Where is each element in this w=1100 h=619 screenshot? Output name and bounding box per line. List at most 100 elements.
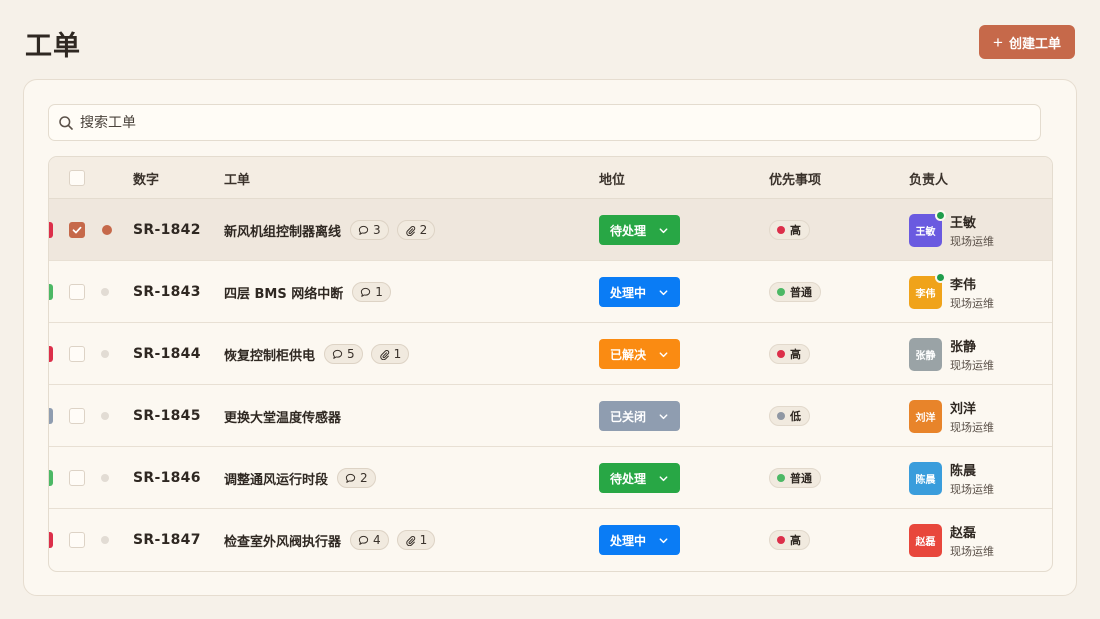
search-box[interactable] bbox=[48, 104, 1041, 141]
priority-dot bbox=[777, 412, 785, 420]
ticket-number[interactable]: SR-1842 bbox=[133, 222, 201, 238]
table-row[interactable]: SR-1847 检查室外风阀执行器 4 1 处理中高赵磊 赵磊 现场运维 bbox=[49, 509, 1052, 571]
attachment-count-chip[interactable]: 1 bbox=[370, 344, 410, 364]
status-label: 已关闭 bbox=[609, 409, 646, 424]
comment-count: 3 bbox=[373, 223, 381, 237]
ticket-number[interactable]: SR-1844 bbox=[133, 346, 201, 362]
avatar-initials: 李伟 bbox=[915, 288, 936, 300]
column-header-ticket[interactable]: 工单 bbox=[224, 157, 250, 199]
select-all-checkbox[interactable] bbox=[69, 170, 85, 186]
table-body: SR-1842 新风机组控制器离线 3 2 待处理高王敏 王敏 现场运维 SR-1843 四层 … bbox=[49, 199, 1052, 571]
comment-count-chip[interactable]: 3 bbox=[350, 220, 389, 240]
row-checkbox[interactable] bbox=[69, 408, 85, 424]
avatar-initials: 王敏 bbox=[915, 226, 936, 238]
table-row[interactable]: SR-1845 更换大堂温度传感器 已关闭低刘洋 刘洋 现场运维 bbox=[49, 385, 1052, 447]
comment-count: 5 bbox=[347, 347, 355, 361]
row-checkbox[interactable] bbox=[69, 222, 85, 238]
avatar[interactable]: 陈晨 bbox=[909, 461, 942, 495]
ticket-number[interactable]: SR-1845 bbox=[133, 408, 201, 424]
avatar-initials: 陈晨 bbox=[915, 474, 936, 486]
priority-dot bbox=[777, 288, 785, 296]
chevron-down-icon bbox=[659, 227, 668, 233]
assignee-name: 赵磊 bbox=[950, 525, 977, 541]
priority-label: 低 bbox=[790, 410, 801, 423]
assignee-role: 现场运维 bbox=[950, 544, 994, 558]
priority-label: 普通 bbox=[790, 472, 812, 485]
column-header-status[interactable]: 地位 bbox=[599, 157, 625, 199]
attachment-count: 1 bbox=[393, 347, 402, 361]
status-dropdown[interactable]: 待处理 bbox=[599, 463, 680, 493]
priority-badge: 高 bbox=[769, 530, 810, 550]
row-checkbox[interactable] bbox=[69, 284, 85, 300]
ticket-title[interactable]: 新风机组控制器离线 bbox=[224, 221, 341, 240]
priority-badge: 普通 bbox=[769, 282, 821, 302]
table-row[interactable]: SR-1843 四层 BMS 网络中断 1 处理中 普通 李伟 李伟 现场运维 bbox=[49, 261, 1052, 323]
online-status-indicator bbox=[935, 271, 946, 283]
priority-edge-marker bbox=[49, 284, 53, 300]
priority-badge: 低 bbox=[769, 406, 810, 426]
assignee-role: 现场运维 bbox=[950, 420, 994, 434]
ticket-title[interactable]: 更换大堂温度传感器 bbox=[224, 407, 341, 426]
online-status-indicator bbox=[935, 209, 946, 221]
create-ticket-button[interactable]: + 创建工单 bbox=[979, 25, 1075, 59]
avatar[interactable]: 张静 bbox=[909, 337, 942, 371]
attachment-count: 2 bbox=[419, 223, 428, 237]
status-dropdown[interactable]: 处理中 bbox=[599, 277, 680, 307]
status-dropdown[interactable]: 已解决 bbox=[599, 339, 680, 369]
chevron-down-icon bbox=[659, 413, 668, 419]
assignee-role: 现场运维 bbox=[950, 296, 994, 310]
priority-dot bbox=[777, 350, 785, 358]
avatar[interactable]: 刘洋 bbox=[909, 399, 942, 433]
table-row[interactable]: SR-1842 新风机组控制器离线 3 2 待处理高王敏 王敏 现场运维 bbox=[49, 199, 1052, 261]
avatar[interactable]: 赵磊 bbox=[909, 523, 942, 557]
comment-icon bbox=[345, 473, 356, 483]
assignee-name: 刘洋 bbox=[950, 401, 977, 417]
tickets-card: 数字 工单 地位 优先事项 负责人 SR-1842新风机组控制器离线32待处理高… bbox=[23, 79, 1077, 596]
status-dropdown[interactable]: 已关闭 bbox=[599, 401, 680, 431]
row-checkbox[interactable] bbox=[69, 532, 85, 548]
ticket-number[interactable]: SR-1843 bbox=[133, 284, 201, 300]
column-header-number[interactable]: 数字 bbox=[133, 157, 159, 199]
chevron-down-icon bbox=[659, 475, 668, 481]
attachment-count-chip[interactable]: 2 bbox=[396, 220, 436, 240]
unread-indicator bbox=[101, 412, 109, 420]
ticket-title[interactable]: 调整通风运行时段 bbox=[224, 469, 328, 488]
priority-badge: 高 bbox=[769, 220, 810, 240]
assignee-name: 王敏 bbox=[950, 215, 977, 231]
ticket-title[interactable]: 四层 BMS 网络中断 bbox=[224, 283, 343, 302]
avatar-initials: 张静 bbox=[915, 350, 936, 362]
priority-badge: 普通 bbox=[769, 468, 821, 488]
ticket-title[interactable]: 检查室外风阀执行器 bbox=[224, 531, 341, 550]
status-dropdown[interactable]: 处理中 bbox=[599, 525, 680, 555]
status-dropdown[interactable]: 待处理 bbox=[599, 215, 680, 245]
priority-badge: 高 bbox=[769, 344, 810, 364]
avatar-initials: 刘洋 bbox=[915, 412, 936, 424]
comment-icon bbox=[358, 535, 369, 545]
check-icon bbox=[72, 226, 82, 234]
priority-dot bbox=[777, 536, 785, 544]
column-header-priority[interactable]: 优先事项 bbox=[769, 157, 821, 199]
unread-indicator bbox=[101, 288, 109, 296]
avatar[interactable]: 王敏 bbox=[909, 209, 946, 247]
table-row[interactable]: SR-1846 调整通风运行时段 2 待处理 普通 陈晨 陈晨 现场运维 bbox=[49, 447, 1052, 509]
ticket-title[interactable]: 恢复控制柜供电 bbox=[224, 345, 315, 364]
table-header: 数字 工单 地位 优先事项 负责人 bbox=[49, 157, 1052, 199]
paperclip-icon bbox=[405, 225, 415, 236]
unread-indicator bbox=[101, 536, 109, 544]
column-header-assignee[interactable]: 负责人 bbox=[909, 157, 948, 199]
chevron-down-icon bbox=[659, 289, 668, 295]
comment-count-chip[interactable]: 2 bbox=[337, 468, 376, 488]
ticket-number[interactable]: SR-1847 bbox=[133, 532, 201, 548]
table-row[interactable]: SR-1844 恢复控制柜供电 5 1 已解决高张静 张静 现场运维 bbox=[49, 323, 1052, 385]
search-input[interactable] bbox=[80, 114, 1040, 131]
comment-icon bbox=[361, 287, 371, 297]
comment-count-chip[interactable]: 4 bbox=[350, 530, 389, 550]
avatar[interactable]: 李伟 bbox=[909, 271, 946, 309]
comment-count-chip[interactable]: 5 bbox=[324, 344, 363, 364]
ticket-number[interactable]: SR-1846 bbox=[133, 470, 201, 486]
attachment-count-chip[interactable]: 1 bbox=[396, 530, 436, 550]
priority-label: 普通 bbox=[790, 286, 812, 299]
row-checkbox[interactable] bbox=[69, 470, 85, 486]
row-checkbox[interactable] bbox=[69, 346, 85, 362]
comment-count-chip[interactable]: 1 bbox=[352, 282, 391, 302]
